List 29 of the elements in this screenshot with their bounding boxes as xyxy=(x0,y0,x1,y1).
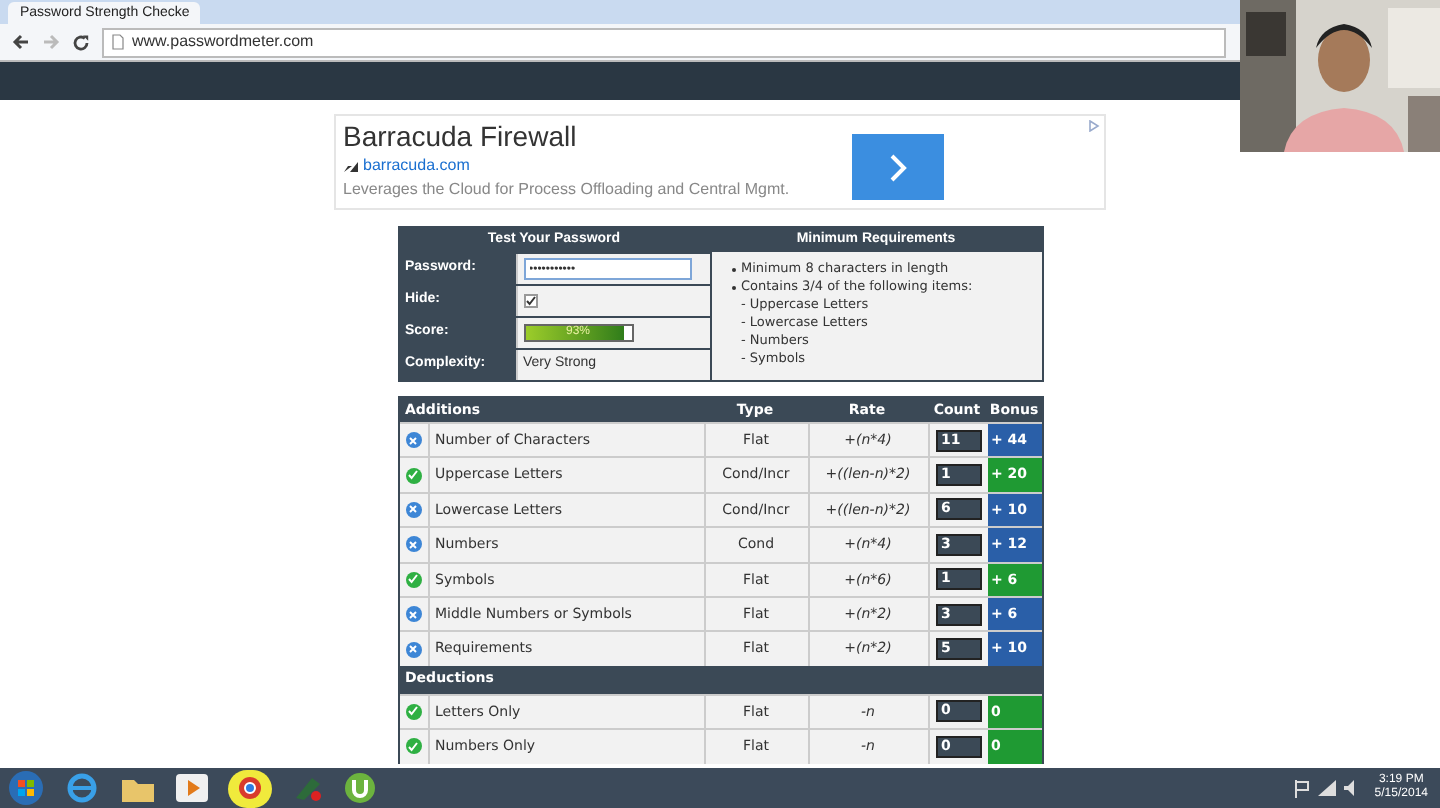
ad-text: Leverages the Cloud for Process Offloading and Central Mgmt. xyxy=(343,178,790,202)
check-circle-icon xyxy=(405,571,421,588)
circle-icon xyxy=(238,776,262,800)
hide-checkbox[interactable] xyxy=(523,294,537,308)
ad-title: Barracuda Firewall xyxy=(343,118,577,154)
ad-domain[interactable]: barracuda.com xyxy=(363,154,470,178)
chevron-icon xyxy=(887,153,907,181)
page-icon xyxy=(112,34,124,50)
cross-circle-icon xyxy=(405,501,421,518)
cross-circle-icon xyxy=(405,606,421,623)
cross-circle-icon xyxy=(405,432,421,449)
signal-icon xyxy=(343,160,359,172)
back-icon[interactable] xyxy=(12,34,30,50)
cross-circle-icon xyxy=(405,536,421,553)
address-bar[interactable]: www.passwordmeter.com xyxy=(102,27,1226,57)
cross-circle-icon xyxy=(405,641,421,658)
check-circle-icon xyxy=(405,738,421,755)
ad-banner[interactable]: Barracuda Firewall barracuda.com Leverages the Cloud for Process Offloading and Central Mgmt. xyxy=(333,114,1105,210)
signal-icon[interactable] xyxy=(1318,780,1337,796)
ad-arrow-button[interactable] xyxy=(851,134,943,200)
start-button[interactable] xyxy=(8,770,44,806)
check-circle-icon xyxy=(405,703,421,720)
reload-icon[interactable] xyxy=(72,33,90,51)
taskbar-item[interactable] xyxy=(228,769,272,807)
globe-icon[interactable] xyxy=(64,772,100,804)
check-circle-icon xyxy=(405,467,421,484)
flag-icon[interactable] xyxy=(1294,779,1311,797)
torrent-icon[interactable] xyxy=(344,772,376,804)
play-icon[interactable] xyxy=(176,774,208,802)
